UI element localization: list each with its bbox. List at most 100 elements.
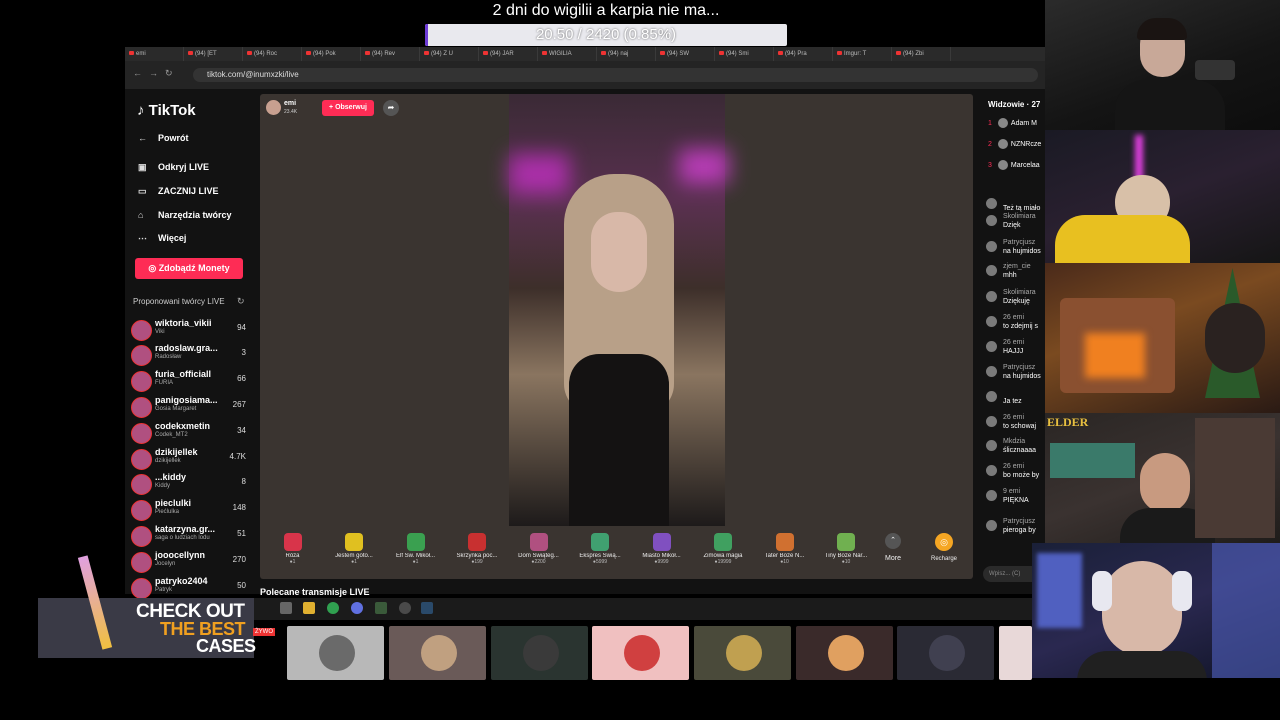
browser-tab[interactable]: Imgur: T [833, 47, 892, 61]
chat-username[interactable]: 9 emi [1003, 488, 1020, 495]
forward-icon[interactable]: → [149, 68, 165, 78]
recommended-stream-thumbnail[interactable] [694, 626, 791, 680]
suggested-creator[interactable]: furia_officiall FURIA 66 [131, 369, 248, 393]
suggested-creator[interactable]: panigosiama... Gosia Margaret 267 [131, 395, 248, 419]
chat-username[interactable]: 26 emi [1003, 314, 1024, 321]
recommended-stream-thumbnail[interactable] [389, 626, 486, 680]
chat-avatar[interactable] [986, 291, 997, 302]
obs-icon[interactable] [399, 602, 411, 614]
chat-username[interactable]: Skolimiara [1003, 213, 1036, 220]
live-video[interactable] [509, 94, 729, 526]
steam-icon[interactable] [421, 602, 433, 614]
chat-avatar[interactable] [986, 440, 997, 451]
gift-item[interactable]: Jestem goto... ●1 [327, 533, 382, 565]
recommended-stream-thumbnail[interactable] [592, 626, 689, 680]
viewers-title[interactable]: Widzowie · 27 [988, 100, 1040, 109]
suggested-creator[interactable]: patryko2404 Patryk 50 [131, 576, 248, 600]
get-coins-button[interactable]: ◎ Zdobądź Monety [135, 258, 243, 279]
suggested-creator[interactable]: radoslaw.gra... Radosław 3 [131, 343, 248, 367]
chat-username[interactable]: Mkdzia [1003, 438, 1025, 445]
gift-item[interactable]: Tiny Boże Nar... ●10 [819, 533, 874, 565]
recommended-stream-thumbnail[interactable] [491, 626, 588, 680]
gift-item[interactable]: Ekspres Świą... ●5999 [573, 533, 628, 565]
suggested-creator[interactable]: pieclulki Piećlulka 148 [131, 498, 248, 522]
folder-icon[interactable] [303, 602, 315, 614]
top-viewer[interactable]: 2 NZNRcze [988, 139, 1041, 149]
browser-tab[interactable]: (94) Pok [302, 47, 361, 61]
chat-username[interactable]: 26 emi [1003, 339, 1024, 346]
host-name[interactable]: emi [284, 100, 296, 107]
share-icon[interactable]: ➦ [383, 100, 399, 116]
gift-item[interactable]: Dom Świąteg... ●2200 [511, 533, 566, 565]
suggested-creator[interactable]: wiktoria_vikii Viki 94 [131, 318, 248, 342]
chat-username[interactable]: Skolimiara [1003, 289, 1036, 296]
app-icon[interactable] [375, 602, 387, 614]
browser-tab[interactable]: emi [125, 47, 184, 61]
suggested-creator[interactable]: dzikijellek dzikijellek 4.7K [131, 447, 248, 471]
browser-tab[interactable]: (94) Zbi [892, 47, 951, 61]
browser-tab[interactable]: (94) SW [656, 47, 715, 61]
chat-username[interactable]: 26 emi [1003, 463, 1024, 470]
url-input[interactable]: tiktok.com/@inumxzki/live [193, 68, 1038, 82]
reload-icon[interactable]: ↻ [165, 68, 180, 78]
chat-avatar[interactable] [986, 265, 997, 276]
back-link[interactable]: ← Powrót [138, 133, 189, 143]
chat-avatar[interactable] [986, 416, 997, 427]
browser-tab[interactable]: (94) Smi [715, 47, 774, 61]
refresh-icon[interactable]: ↻ [237, 296, 245, 307]
browser-tab[interactable]: (94) Roc [243, 47, 302, 61]
chat-avatar[interactable] [986, 341, 997, 352]
suggested-creator[interactable]: codekxmetin Codek_MT2 34 [131, 421, 248, 445]
suggested-creator[interactable]: katarzyna.gr... saga o ludziach lodu 51 [131, 524, 248, 548]
chat-avatar[interactable] [986, 520, 997, 531]
gift-item[interactable]: Miasto Mikoł... ●9999 [634, 533, 689, 565]
sidebar-item-start-live[interactable]: ▭ ZACZNIJ LIVE [138, 186, 219, 197]
chat-username[interactable]: Patrycjusz [1003, 518, 1035, 525]
sidebar-item-creator-tools[interactable]: ⌂ Narzędzia twórcy [138, 210, 232, 220]
browser-tab[interactable]: (94) Rev [361, 47, 420, 61]
chat-avatar[interactable] [986, 215, 997, 226]
chrome-icon[interactable] [327, 602, 339, 614]
recommended-stream-thumbnail[interactable] [287, 626, 384, 680]
recharge-button[interactable]: ◎ Recharge [925, 533, 963, 562]
browser-nav-buttons[interactable]: ←→↻ [133, 68, 180, 79]
gift-item[interactable]: Róża ●1 [265, 533, 320, 565]
chat-avatar[interactable] [986, 465, 997, 476]
sidebar-item-more[interactable]: ⋯ Więcej [138, 233, 186, 244]
discord-icon[interactable] [351, 602, 363, 614]
host-avatar[interactable] [266, 100, 281, 115]
tiktok-logo[interactable]: ♪ TikTok [137, 102, 196, 119]
chat-avatar[interactable] [986, 316, 997, 327]
sidebar-item-discover-live[interactable]: ▣ Odkryj LIVE [138, 162, 209, 173]
recommended-stream-thumbnail[interactable] [897, 626, 994, 680]
browser-tab[interactable]: (94) Pra [774, 47, 833, 61]
suggested-creator[interactable]: ...kiddy Kiddy 8 [131, 472, 248, 496]
gift-item[interactable]: Elf Św. Mikoł... ●1 [388, 533, 443, 565]
more-gifts-button[interactable]: ⌃ More [880, 533, 906, 562]
suggested-creator[interactable]: jooocellynn Jocelyn 270 [131, 550, 248, 574]
chat-username[interactable]: Patrycjusz [1003, 239, 1035, 246]
gift-item[interactable]: Zimowa magia ●19999 [696, 533, 751, 565]
chat-avatar[interactable] [986, 241, 997, 252]
recommended-stream-thumbnail[interactable] [796, 626, 893, 680]
chat-username[interactable]: Patrycjusz [1003, 364, 1035, 371]
start-icon[interactable] [280, 602, 292, 614]
browser-tab[interactable]: WIGILIA [538, 47, 597, 61]
chat-avatar[interactable] [986, 391, 997, 402]
chat-username[interactable]: 26 emi [1003, 414, 1024, 421]
follow-button[interactable]: + Obserwuj [322, 100, 374, 116]
browser-tab[interactable]: (94) JAR [479, 47, 538, 61]
recommended-stream-thumbnail[interactable] [999, 626, 1032, 680]
browser-tab[interactable]: (94) Z U [420, 47, 479, 61]
chat-avatar[interactable] [986, 490, 997, 501]
top-viewer[interactable]: 1 Adam M [988, 118, 1037, 128]
chat-avatar[interactable] [986, 366, 997, 377]
browser-tab[interactable]: (94) naj [597, 47, 656, 61]
gift-item[interactable]: Skrzynka poc... ●199 [450, 533, 505, 565]
chat-username[interactable]: zjem_cie [1003, 263, 1031, 270]
gift-item[interactable]: Tater Boże N... ●10 [757, 533, 812, 565]
chat-avatar[interactable] [986, 198, 997, 209]
back-icon[interactable]: ← [133, 68, 149, 78]
top-viewer[interactable]: 3 Marcelaa [988, 160, 1040, 170]
browser-tab[interactable]: (94) [ET [184, 47, 243, 61]
